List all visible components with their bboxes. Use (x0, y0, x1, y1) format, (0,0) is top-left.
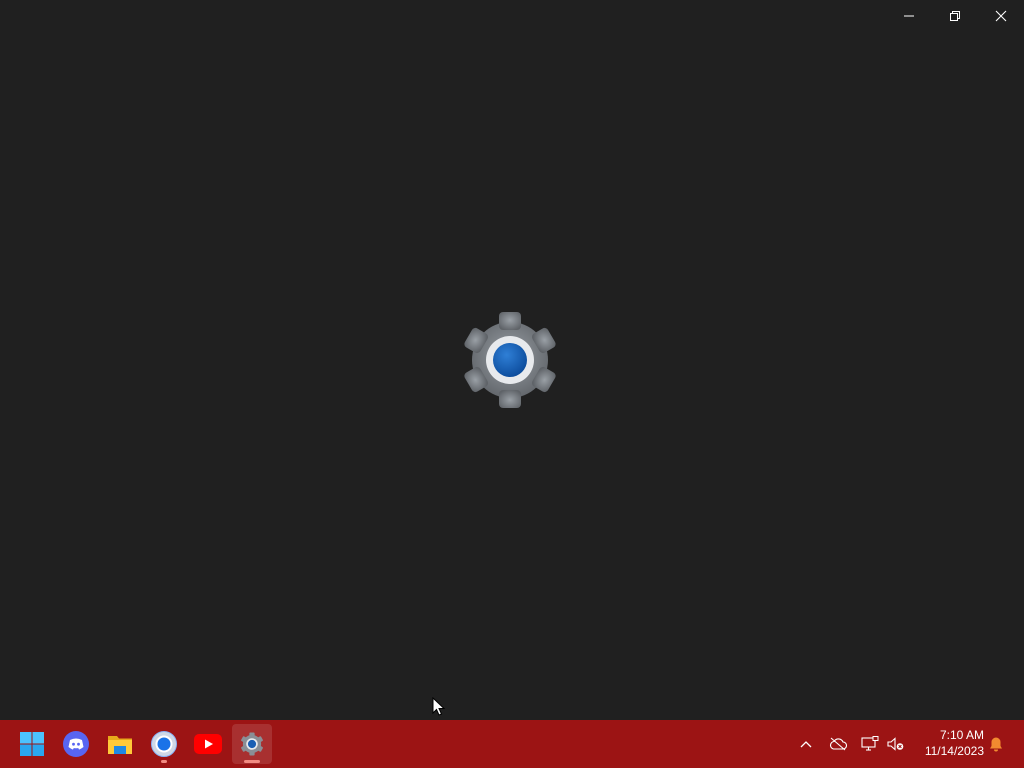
close-button[interactable] (978, 0, 1024, 32)
restore-button[interactable] (932, 0, 978, 32)
windows-logo-icon (20, 732, 44, 756)
tray-volume[interactable] (884, 732, 908, 756)
active-indicator (244, 760, 260, 763)
settings-gear-icon (241, 732, 263, 756)
restore-icon (950, 11, 960, 21)
settings-gear-icon (462, 312, 558, 408)
start-button[interactable] (12, 724, 52, 764)
clock-time: 7:10 AM (939, 728, 984, 742)
notification-center-button[interactable] (984, 732, 1008, 756)
tray-network[interactable] (858, 732, 882, 756)
minimize-button[interactable] (886, 0, 932, 32)
taskbar (0, 720, 1024, 768)
notification-bell-icon (990, 737, 1002, 752)
network-icon (861, 736, 879, 751)
mouse-pointer-icon (432, 697, 446, 716)
chevron-up-icon (800, 741, 812, 748)
volume-muted-icon (887, 737, 904, 751)
chrome-icon (151, 731, 177, 757)
clock-date: 11/14/2023 (924, 744, 984, 758)
close-icon (995, 10, 1007, 22)
folder-icon (108, 736, 132, 754)
show-hidden-icons-button[interactable] (794, 732, 818, 756)
taskbar-app-settings[interactable] (232, 724, 272, 764)
minimize-icon (904, 15, 914, 17)
taskbar-clock[interactable]: 7:10 AM 11/14/2023 (912, 727, 984, 759)
discord-icon (63, 731, 89, 757)
settings-window (0, 0, 1024, 720)
youtube-icon (194, 734, 222, 754)
taskbar-app-file-explorer[interactable] (100, 724, 140, 764)
cloud-off-icon (829, 737, 847, 751)
taskbar-app-discord[interactable] (56, 724, 96, 764)
tray-onedrive[interactable] (826, 732, 850, 756)
taskbar-app-chrome[interactable] (144, 724, 184, 764)
running-indicator (161, 760, 167, 763)
taskbar-app-youtube[interactable] (188, 724, 228, 764)
